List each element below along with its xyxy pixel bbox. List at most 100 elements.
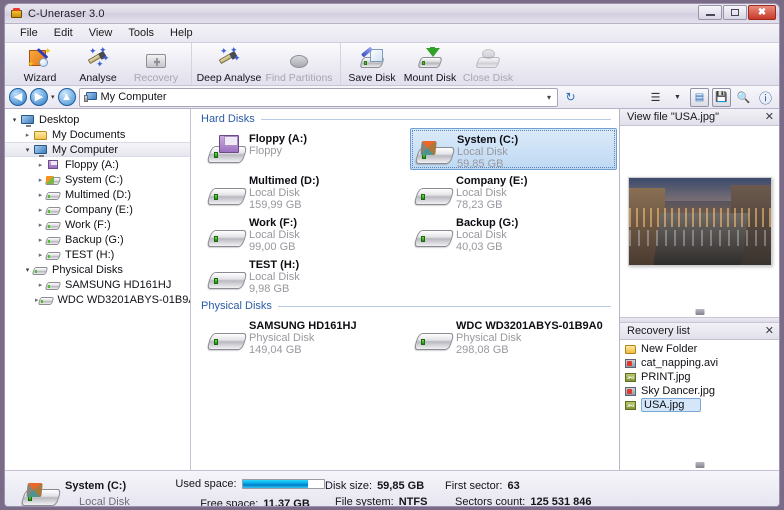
tree-item-physical-disks[interactable]: ▾Physical Disks (5, 262, 190, 277)
recovery-list-item[interactable]: JPGUSA.jpg (620, 398, 779, 412)
tree-item-label: WDC WD3201ABYS-01B9A0 (58, 294, 191, 306)
analyse-label: Analyse (79, 72, 116, 84)
chevron-down-icon[interactable]: ▾ (22, 146, 33, 154)
disk-tile[interactable]: Company (E:)Local Disk78,23 GB (410, 170, 617, 212)
status-disk-name: System (C:) (65, 478, 175, 494)
file-viewer-header: View file "USA.jpg" ✕ (620, 109, 779, 126)
drive-icon (46, 234, 61, 246)
chevron-down-icon[interactable]: ▾ (547, 93, 553, 102)
tree-item-company-e[interactable]: ▸Company (E:) (5, 202, 190, 217)
tree-item-label: Physical Disks (52, 264, 123, 276)
right-pane: View file "USA.jpg" ✕ Recovery list ✕ (619, 109, 779, 470)
wizard-icon: ✦ ✦ (27, 47, 53, 71)
chevron-right-icon[interactable]: ▸ (22, 131, 33, 139)
tree-item-desktop[interactable]: ▾Desktop (5, 112, 190, 127)
folder-tree-pane[interactable]: ▾Desktop▸My Documents▾My Computer▸Floppy… (5, 109, 191, 470)
tree-item-multimed-d[interactable]: ▸Multimed (D:) (5, 187, 190, 202)
minimize-button[interactable] (698, 5, 722, 20)
deep-analyse-button[interactable]: ✦ ✦ ✦ Deep Analyse (194, 45, 264, 84)
views-caret-icon[interactable]: ▼ (668, 88, 687, 107)
disk-tile-size: 59,85 GB (457, 158, 518, 170)
viewer-resize-handle[interactable] (695, 309, 704, 315)
forward-arrow-icon[interactable]: ▶ (30, 88, 48, 106)
recovery-list-item[interactable]: cat_napping.avi (620, 356, 779, 370)
disk-grid: Floppy (A:)FloppySystem (C:)Local Disk59… (191, 125, 619, 296)
disk-tile[interactable]: TEST (H:)Local Disk9,98 GB (203, 254, 410, 296)
chevron-right-icon[interactable]: ▸ (35, 161, 46, 169)
disk-tile[interactable]: Backup (G:)Local Disk40,03 GB (410, 212, 617, 254)
disk-tile[interactable]: Multimed (D:)Local Disk159,99 GB (203, 170, 410, 212)
recovery-list-body[interactable]: New Foldercat_napping.aviJPGPRINT.jpgSky… (620, 340, 779, 470)
avi-icon (625, 358, 637, 369)
disk-list-pane[interactable]: Hard DisksFloppy (A:)FloppySystem (C:)Lo… (191, 109, 619, 470)
back-arrow-icon[interactable]: ◀ (9, 88, 27, 106)
tree-item-samsung-hd161hj[interactable]: ▸SAMSUNG HD161HJ (5, 277, 190, 292)
used-space-label: Used space: (175, 478, 236, 490)
recovery-list-item[interactable]: JPGPRINT.jpg (620, 370, 779, 384)
views-icon[interactable]: ☰ (646, 88, 665, 107)
close-button[interactable]: ✖ (748, 5, 776, 20)
preview-pane-icon[interactable]: ▤ (690, 88, 709, 107)
close-icon[interactable]: ✕ (765, 326, 774, 337)
drive-icon (46, 189, 61, 201)
disk-tile-size: 149,04 GB (249, 344, 357, 356)
tree-item-test-h[interactable]: ▸TEST (H:) (5, 247, 190, 262)
disk-tile-text: Backup (G:)Local Disk40,03 GB (456, 213, 518, 253)
recovery-file-name: cat_napping.avi (641, 357, 718, 369)
mount-disk-button[interactable]: Mount Disk (401, 45, 459, 84)
section-title: Hard Disks (201, 113, 255, 125)
find-partitions-button[interactable]: Find Partitions (264, 45, 334, 84)
menu-view[interactable]: View (81, 25, 121, 41)
analyse-button[interactable]: ✦ ✦ ✦ ✦ Analyse (69, 45, 127, 84)
wizard-button[interactable]: ✦ ✦ Wizard (11, 45, 69, 84)
menu-file[interactable]: File (12, 25, 46, 41)
free-space-label: Free space: (200, 498, 258, 507)
free-space-value: 11,37 GB (263, 498, 309, 507)
tree-item-work-f[interactable]: ▸Work (F:) (5, 217, 190, 232)
help-icon[interactable]: ⓘ (756, 88, 775, 107)
toolbar-group-1: ✦ ✦ Wizard ✦ ✦ ✦ ✦ Analyse Recovery (9, 43, 192, 85)
recovery-list-item[interactable]: New Folder (620, 342, 779, 356)
disk-tile[interactable]: Work (F:)Local Disk99,00 GB (203, 212, 410, 254)
disk-icon (205, 260, 249, 294)
disk-tile-name: Backup (G:) (456, 217, 518, 229)
file-system-value: NTFS (399, 496, 428, 507)
jpg-icon: JPG (625, 372, 637, 383)
disk-tile[interactable]: WDC WD3201ABYS-01B9A0Physical Disk298,08… (410, 315, 617, 357)
my-computer-icon (84, 92, 97, 103)
menu-tools[interactable]: Tools (120, 25, 162, 41)
disk-tile[interactable]: SAMSUNG HD161HJPhysical Disk149,04 GB (203, 315, 410, 357)
tree-item-floppy-a[interactable]: ▸Floppy (A:) (5, 157, 190, 172)
tree-item-wdc-wd3201abys-01b9a0[interactable]: ▸WDC WD3201ABYS-01B9A0 (5, 292, 190, 307)
disk-icon (412, 218, 456, 252)
maximize-button[interactable] (723, 5, 747, 20)
search-icon[interactable]: 🔍 (734, 88, 753, 107)
close-disk-button[interactable]: Close Disk (459, 45, 517, 84)
disk-grid: SAMSUNG HD161HJPhysical Disk149,04 GB WDC… (191, 312, 619, 357)
recovery-resize-handle[interactable] (695, 462, 704, 468)
history-caret-icon[interactable]: ▾ (51, 93, 55, 101)
recovery-button[interactable]: Recovery (127, 45, 185, 84)
refresh-icon[interactable]: ↻ (561, 88, 580, 107)
disk-tile-text: Multimed (D:)Local Disk159,99 GB (249, 171, 319, 211)
tree-item-my-documents[interactable]: ▸My Documents (5, 127, 190, 142)
menu-edit[interactable]: Edit (46, 25, 81, 41)
file-system-label: File system: (335, 496, 394, 507)
disk-tile-text: SAMSUNG HD161HJPhysical Disk149,04 GB (249, 316, 357, 356)
recovery-file-name: Sky Dancer.jpg (641, 385, 715, 397)
up-arrow-icon[interactable]: ▲ (58, 88, 76, 106)
chevron-down-icon[interactable]: ▾ (9, 116, 20, 124)
address-input[interactable]: My Computer ▾ (79, 88, 558, 107)
window-title: C-Uneraser 3.0 (28, 8, 105, 20)
folder-icon (33, 129, 48, 141)
save-disk-button[interactable]: Save Disk (343, 45, 401, 84)
disk-tile[interactable]: System (C:)Local Disk59,85 GB (410, 128, 617, 170)
close-icon[interactable]: ✕ (765, 112, 774, 123)
recovery-list-item[interactable]: Sky Dancer.jpg (620, 384, 779, 398)
tree-item-system-c[interactable]: ▸System (C:) (5, 172, 190, 187)
disk-tile[interactable]: Floppy (A:)Floppy (203, 128, 410, 170)
save-icon[interactable]: 💾 (712, 88, 731, 107)
tree-item-my-computer[interactable]: ▾My Computer (5, 142, 190, 157)
menu-help[interactable]: Help (162, 25, 201, 41)
tree-item-backup-g[interactable]: ▸Backup (G:) (5, 232, 190, 247)
